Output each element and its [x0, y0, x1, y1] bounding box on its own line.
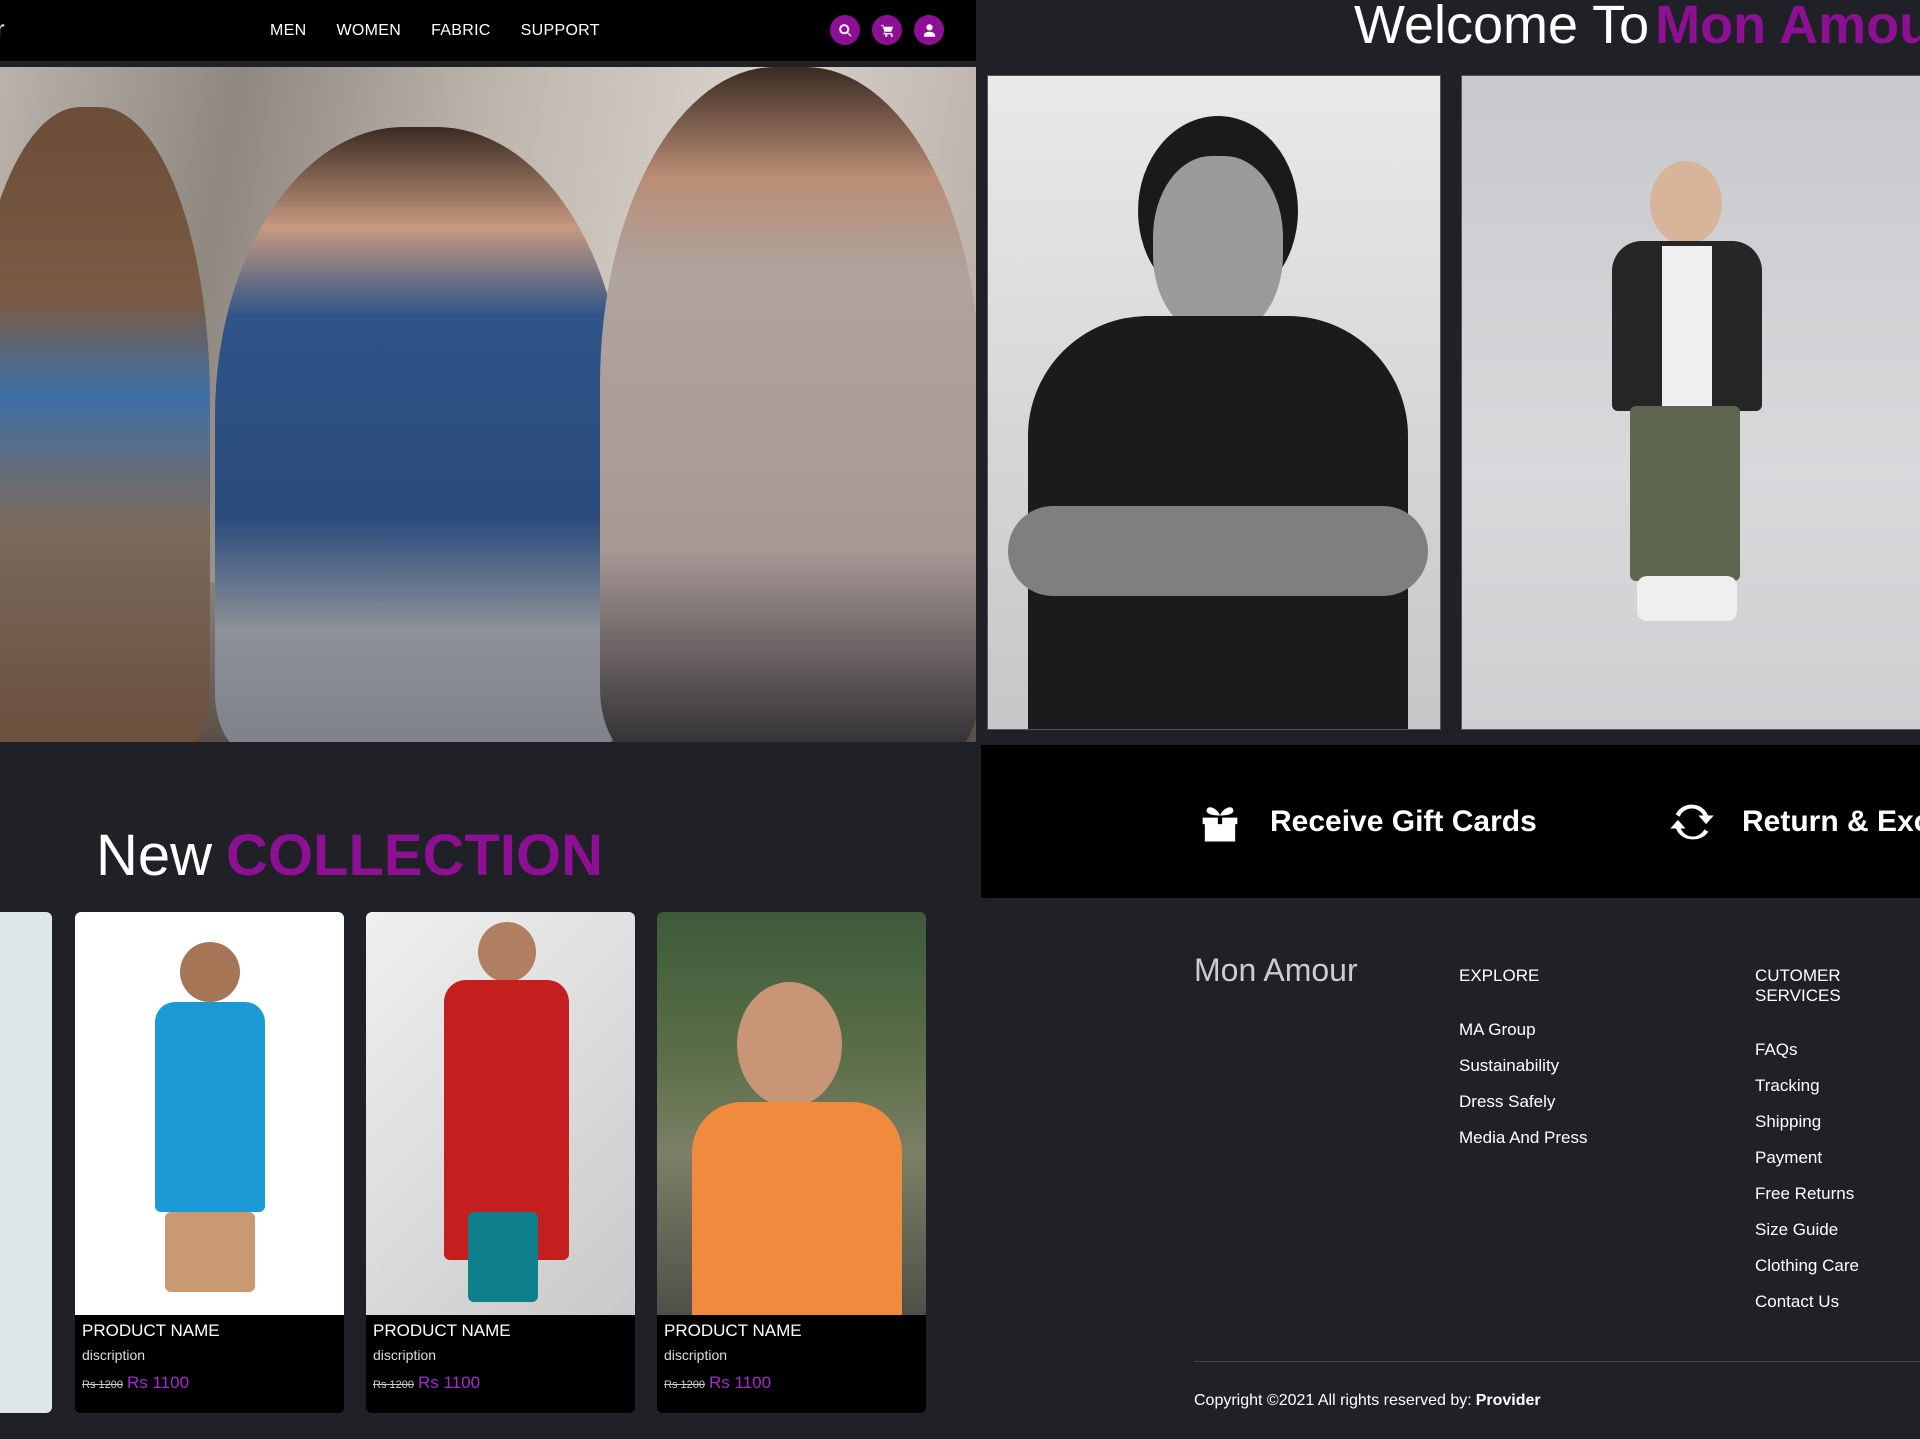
- footer-link-tracking[interactable]: Tracking: [1755, 1076, 1920, 1112]
- search-icon: [838, 23, 852, 37]
- hero-figure-left: [0, 107, 210, 742]
- product-image-3: [657, 912, 926, 1315]
- product-name: PRODUCT NAME: [664, 1321, 802, 1340]
- footer-customer-services-title: CUTOMER SERVICES: [1755, 966, 1841, 1005]
- cart-icon: [880, 24, 893, 37]
- features-bar: Receive Gift Cards Return & Exchange: [981, 745, 1920, 898]
- search-button[interactable]: [830, 15, 860, 45]
- left-panel: r MEN WOMEN FABRIC SUPPORT New COLLECTIO…: [0, 0, 976, 1439]
- product-description: discription: [82, 1347, 146, 1363]
- footer-link-clothing-care[interactable]: Clothing Care: [1755, 1256, 1920, 1292]
- product-old-price: Rs 1200: [373, 1379, 414, 1391]
- user-button[interactable]: [914, 15, 944, 45]
- product-old-price: Rs 1200: [82, 1379, 123, 1391]
- welcome-heading: Welcome ToMon Amour: [1354, 0, 1920, 56]
- right-panel: Welcome ToMon Amour Receive Gift Cards R…: [981, 0, 1920, 1439]
- collection-title: New COLLECTION: [96, 822, 603, 889]
- product-card-2[interactable]: PRODUCT NAME discription Rs 1200 Rs 1100: [366, 912, 635, 1413]
- product-card-1[interactable]: PRODUCT NAME discription Rs 1200 Rs 1100: [75, 912, 344, 1413]
- product-name: PRODUCT NAME: [82, 1321, 220, 1340]
- product-price: Rs 1200 Rs 1100: [373, 1373, 628, 1393]
- nav-icons: [830, 15, 944, 45]
- collection-title-thin: New: [96, 823, 213, 888]
- product-price: Rs 1200 Rs 1100: [82, 1373, 337, 1393]
- product-new-price: Rs 1100: [126, 1373, 190, 1392]
- exchange-icon: [1670, 804, 1714, 839]
- product-name: PRODUCT NAME: [373, 1321, 511, 1340]
- page: r MEN WOMEN FABRIC SUPPORT New COLLECTIO…: [0, 0, 1920, 1439]
- footer-link-free-returns[interactable]: Free Returns: [1755, 1184, 1920, 1220]
- footer-link-size-guide[interactable]: Size Guide: [1755, 1220, 1920, 1256]
- nav-link-women[interactable]: WOMEN: [336, 22, 401, 40]
- product-description: discription: [373, 1347, 437, 1363]
- product-card-3[interactable]: PRODUCT NAME discription Rs 1200 Rs 1100: [657, 912, 926, 1413]
- nav-link-support[interactable]: SUPPORT: [521, 22, 600, 40]
- gift-icon: [1202, 806, 1238, 841]
- footer-link-media-and-press[interactable]: Media And Press: [1459, 1128, 1588, 1164]
- hero-banner-image: [0, 67, 976, 742]
- footer-link-payment[interactable]: Payment: [1755, 1148, 1920, 1184]
- footer-link-shipping[interactable]: Shipping: [1755, 1112, 1920, 1148]
- footer-link-contact-us[interactable]: Contact Us: [1755, 1292, 1920, 1328]
- copyright-provider-link[interactable]: Provider: [1476, 1392, 1541, 1409]
- footer-brand: Mon Amour: [1194, 952, 1358, 988]
- feature-gift-cards-text: Receive Gift Cards: [1270, 804, 1537, 838]
- product-image-2: [366, 912, 635, 1315]
- footer-link-dress-safely[interactable]: Dress Safely: [1459, 1092, 1588, 1128]
- nav-link-men[interactable]: MEN: [270, 22, 306, 40]
- navbar: r MEN WOMEN FABRIC SUPPORT: [0, 0, 976, 61]
- copyright-text: Copyright ©2021 All rights reserved by:: [1194, 1392, 1472, 1409]
- product-card-partial[interactable]: [0, 912, 52, 1413]
- product-new-price: Rs 1100: [417, 1373, 481, 1392]
- copyright: Copyright ©2021 All rights reserved by: P…: [1194, 1392, 1541, 1410]
- hero-figure-center: [215, 127, 625, 742]
- footer-link-ma-group[interactable]: MA Group: [1459, 1020, 1588, 1056]
- feature-gift-cards[interactable]: Receive Gift Cards: [1194, 745, 1537, 898]
- user-icon: [923, 23, 935, 37]
- footer-link-faqs[interactable]: FAQs: [1755, 1040, 1920, 1076]
- product-new-price: Rs 1100: [708, 1373, 772, 1392]
- product-description: discription: [664, 1347, 728, 1363]
- feature-return-exchange[interactable]: Return & Exchange: [1666, 745, 1920, 898]
- welcome-heading-brand: Mon Amour: [1655, 0, 1920, 55]
- nav-link-fabric[interactable]: FABRIC: [431, 22, 491, 40]
- footer-link-sustainability[interactable]: Sustainability: [1459, 1056, 1588, 1092]
- product-image-1: [75, 912, 344, 1315]
- footer-explore-title: EXPLORE: [1459, 966, 1540, 985]
- model-photo-man: [987, 75, 1441, 730]
- footer-col-explore: EXPLORE MA Group Sustainability Dress Sa…: [1459, 966, 1588, 1164]
- footer-col-customer-services: CUTOMER SERVICES FAQs Tracking Shipping …: [1755, 966, 1920, 1328]
- nav-logo-fragment[interactable]: r: [0, 14, 5, 45]
- feature-return-exchange-text: Return & Exchange: [1742, 804, 1920, 838]
- nav-links: MEN WOMEN FABRIC SUPPORT: [270, 0, 600, 61]
- cart-button[interactable]: [872, 15, 902, 45]
- product-price: Rs 1200 Rs 1100: [664, 1373, 919, 1393]
- footer-divider: [1194, 1361, 1920, 1362]
- hero-figure-right: [600, 67, 976, 742]
- collection-title-bold: COLLECTION: [226, 823, 604, 888]
- product-old-price: Rs 1200: [664, 1379, 705, 1391]
- welcome-heading-thin: Welcome To: [1354, 0, 1650, 55]
- model-photo-kid: [1461, 75, 1920, 730]
